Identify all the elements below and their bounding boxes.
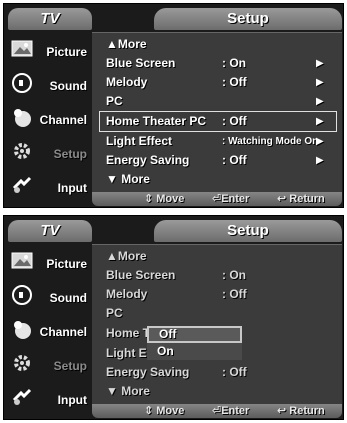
picture-icon [11,38,33,60]
menu-item-blue-screen[interactable]: Blue Screen : On ▶ [92,54,342,73]
arrow-right-icon: ▶ [316,77,324,88]
sidebar-item-label: Channel [39,325,87,339]
sidebar-item-setup[interactable]: Setup [7,134,91,168]
sidebar-item-channel[interactable]: Channel [7,312,91,346]
sidebar-item-label: Input [57,181,87,195]
sidebar-item-setup[interactable]: Setup [7,346,91,380]
sidebar-item-label: Picture [46,45,87,59]
sidebar-item-channel[interactable]: Channel [7,100,91,134]
sidebar: Picture Sound Channel Setup Input [7,244,91,416]
sidebar-item-picture[interactable]: Picture [7,32,91,66]
return-hint: ↩ Return [277,193,325,205]
nav-hint-bar: ⇕ Move ⏎Enter ↩ Return [92,404,342,418]
dropdown-option-off[interactable]: Off [147,326,242,343]
menu-item-melody[interactable]: Melody : Off [92,285,342,304]
setup-options-panel: ▲More Blue Screen : On Melody : Off PC H… [92,244,342,404]
menu-item-pc[interactable]: PC ▶ [92,92,342,111]
home-theater-pc-dropdown[interactable]: Off On [147,326,242,360]
more-up-item[interactable]: ▲More [92,35,342,54]
arrow-right-icon: ▶ [316,96,324,107]
sidebar-item-input[interactable]: Input [7,168,91,202]
arrow-right-icon: ▶ [316,116,324,127]
sidebar: Picture Sound Channel Setup Input [7,32,91,204]
menu-title: Setup [154,8,342,30]
sound-icon [11,284,33,306]
enter-hint: ⏎Enter [212,193,250,205]
sidebar-item-sound[interactable]: Sound [7,278,91,312]
channel-icon [11,106,33,128]
sidebar-item-input[interactable]: Input [7,380,91,414]
sidebar-item-sound[interactable]: Sound [7,66,91,100]
setup-menu-screen-2: TV Setup Picture Sound Channel Setup Inp… [3,215,344,420]
picture-icon [11,250,33,272]
setup-menu-screen-1: TV Setup Picture Sound Channel Setup Inp… [3,3,344,208]
arrow-right-icon: ▶ [316,136,324,147]
move-hint: ⇕ Move [144,405,185,417]
menu-item-blue-screen[interactable]: Blue Screen : On [92,266,342,285]
sidebar-item-picture[interactable]: Picture [7,244,91,278]
sidebar-item-label: Sound [49,291,87,305]
sidebar-item-label: Setup [53,147,87,161]
move-hint: ⇕ Move [144,193,185,205]
more-down-item[interactable]: ▼ More [92,170,342,189]
input-icon [11,386,33,408]
sidebar-item-label: Setup [53,359,87,373]
input-icon [11,174,33,196]
setup-icon [11,352,33,374]
menu-title: Setup [154,220,342,242]
return-hint: ↩ Return [277,405,325,417]
menu-item-energy-saving[interactable]: Energy Saving : Off ▶ [92,151,342,170]
more-up-item[interactable]: ▲More [92,247,342,266]
more-down-item[interactable]: ▼ More [92,382,342,401]
channel-icon [11,318,33,340]
nav-hint-bar: ⇕ Move ⏎Enter ↩ Return [92,192,342,206]
menu-item-melody[interactable]: Melody : Off ▶ [92,73,342,92]
setup-icon [11,140,33,162]
sound-icon [11,72,33,94]
tv-tab: TV [8,8,92,30]
arrow-right-icon: ▶ [316,58,324,69]
arrow-right-icon: ▶ [316,155,324,166]
menu-item-pc[interactable]: PC [92,304,342,323]
menu-item-home-theater-pc[interactable]: Home Theater PC : Off ▶ [99,111,337,132]
sidebar-item-label: Input [57,393,87,407]
setup-options-panel: ▲More Blue Screen : On ▶ Melody : Off ▶ … [92,32,342,192]
tv-tab: TV [8,220,92,242]
sidebar-item-label: Channel [39,113,87,127]
enter-hint: ⏎Enter [212,405,250,417]
dropdown-option-on[interactable]: On [147,343,242,360]
sidebar-item-label: Sound [49,79,87,93]
menu-item-light-effect[interactable]: Light Effect : Watching Mode On ▶ [92,132,342,151]
menu-item-energy-saving[interactable]: Energy Saving : Off [92,363,342,382]
sidebar-item-label: Picture [46,257,87,271]
